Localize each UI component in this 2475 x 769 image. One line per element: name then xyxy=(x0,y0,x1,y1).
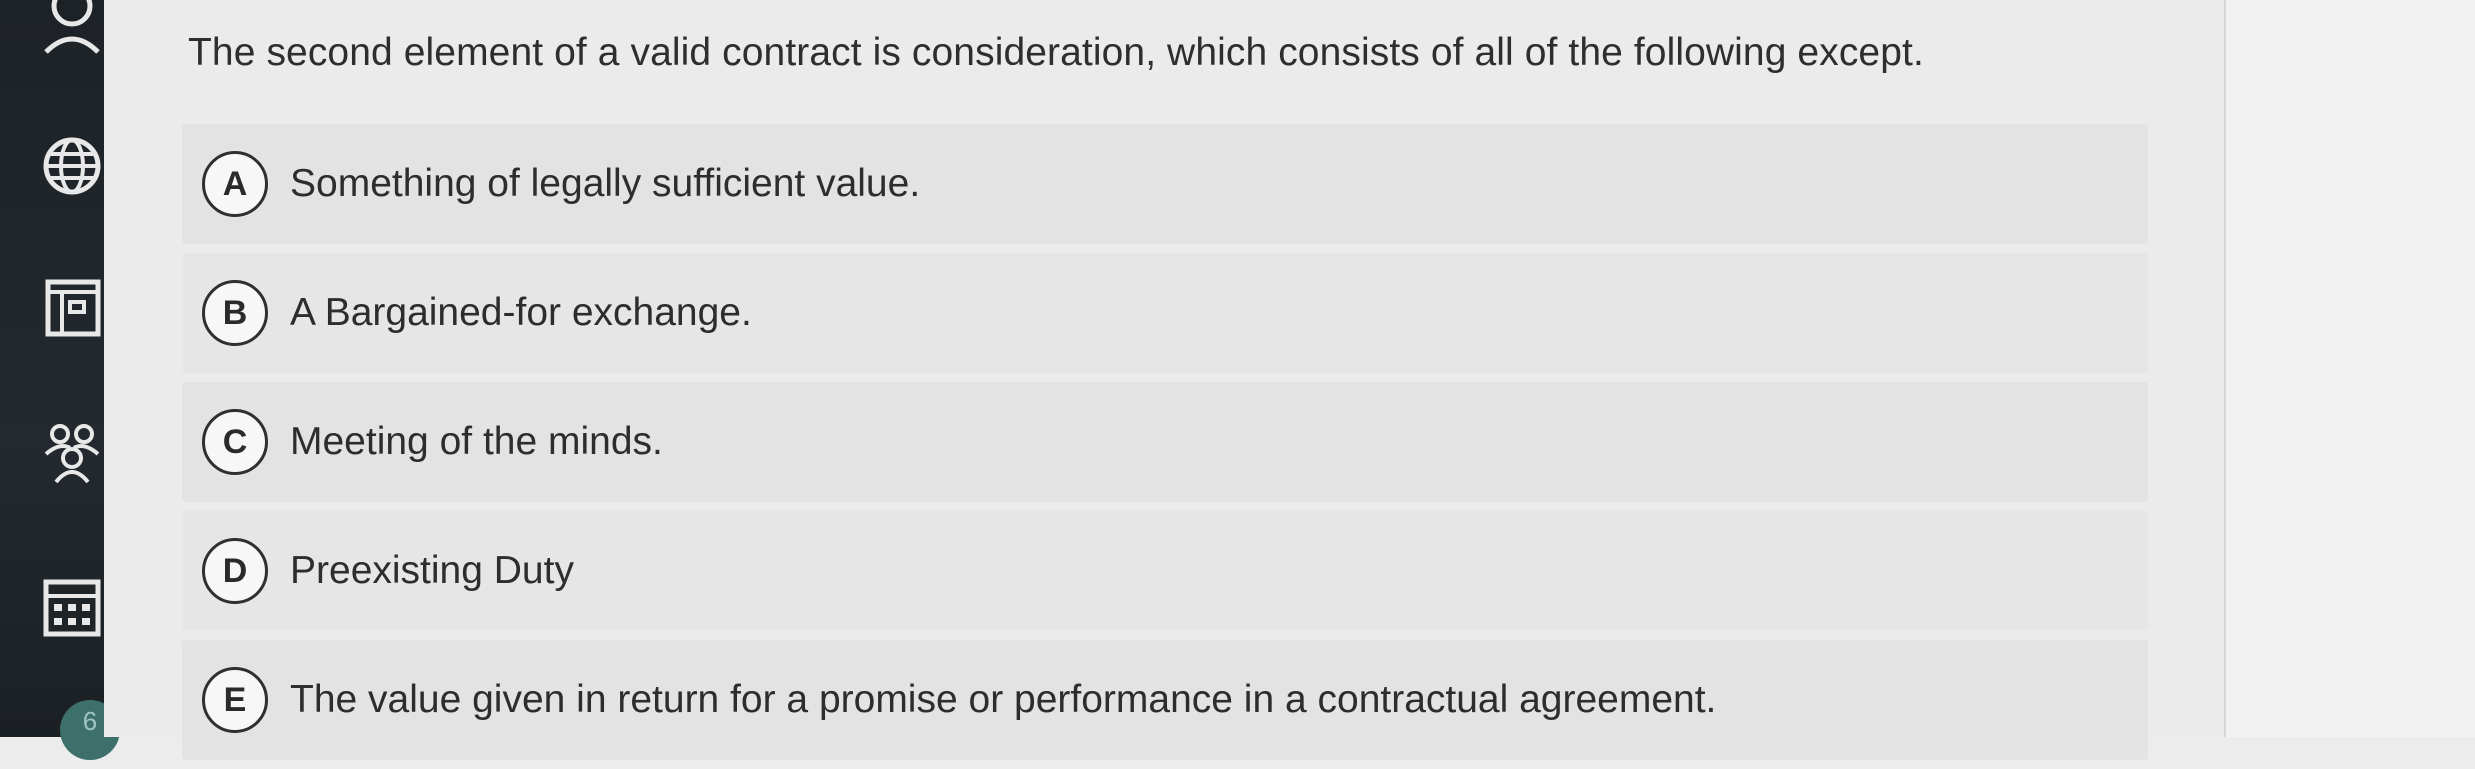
left-nav-rail: 6 xyxy=(0,0,120,760)
option-letter: E xyxy=(202,667,268,733)
community-icon[interactable] xyxy=(34,414,110,490)
question-text: The second element of a valid contract i… xyxy=(188,31,1924,74)
option-c[interactable]: C Meeting of the minds. xyxy=(182,382,2148,502)
calendar-icon[interactable] xyxy=(34,568,110,644)
profile-icon[interactable] xyxy=(34,0,110,66)
option-letter: C xyxy=(202,409,268,475)
right-side-panel xyxy=(2224,0,2475,737)
option-text: Meeting of the minds. xyxy=(290,420,663,463)
question-panel: The second element of a valid contract i… xyxy=(104,0,2224,760)
option-text: Something of legally sufficient value. xyxy=(290,162,921,205)
answer-options: A Something of legally sufficient value.… xyxy=(182,124,2148,769)
globe-icon[interactable] xyxy=(34,128,110,204)
option-text: The value given in return for a promise … xyxy=(290,678,1717,721)
option-letter: B xyxy=(202,280,268,346)
option-d[interactable]: D Preexisting Duty xyxy=(182,511,2148,631)
option-text: A Bargained-for exchange. xyxy=(290,291,752,334)
option-b[interactable]: B A Bargained-for exchange. xyxy=(182,253,2148,373)
option-letter: A xyxy=(202,151,268,217)
option-text: Preexisting Duty xyxy=(290,549,574,592)
option-letter: D xyxy=(202,538,268,604)
option-a[interactable]: A Something of legally sufficient value. xyxy=(182,124,2148,244)
book-icon[interactable] xyxy=(34,270,110,346)
option-e[interactable]: E The value given in return for a promis… xyxy=(182,640,2148,760)
